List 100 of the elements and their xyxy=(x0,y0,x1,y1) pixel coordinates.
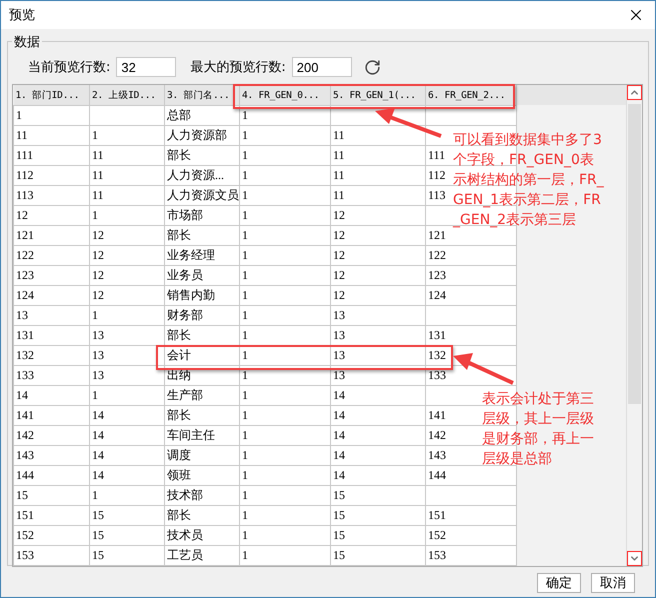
scroll-thumb[interactable] xyxy=(628,104,641,404)
table-cell: 14 xyxy=(92,448,104,462)
table-cell: 领班 xyxy=(167,468,191,482)
table-cell: 113 xyxy=(16,188,34,202)
table-cell: 财务部 xyxy=(167,308,203,322)
table-cell: 1 xyxy=(242,548,248,562)
table-cell: 1 xyxy=(92,308,98,322)
table-cell: 1 xyxy=(242,488,248,502)
table-cell: 1 xyxy=(242,388,248,402)
column-header[interactable]: 1. 部门ID... xyxy=(14,85,90,106)
field-label: 最大的预览行数: xyxy=(190,59,286,76)
table-cell: 113 xyxy=(428,188,446,202)
table-cell: 14 xyxy=(92,408,104,422)
table-cell: 14 xyxy=(333,448,345,462)
table-cell: 12 xyxy=(92,228,104,242)
table-cell: 15 xyxy=(92,528,104,542)
table-cell: 1 xyxy=(92,208,98,222)
table-cell: 1 xyxy=(242,408,248,422)
table-cell: 车间主任 xyxy=(167,428,215,442)
table-cell: 133 xyxy=(16,368,34,382)
table-cell: 124 xyxy=(16,288,34,302)
dialog-button[interactable]: 确定 xyxy=(537,573,581,593)
table-cell: 1 xyxy=(16,108,22,122)
table-cell: 141 xyxy=(16,408,34,422)
table-cell: 调度 xyxy=(167,448,191,462)
table-cell: 1 xyxy=(242,288,248,302)
table-cell: 153 xyxy=(428,548,446,562)
table-cell: 122 xyxy=(428,248,446,262)
table-cell: 112 xyxy=(428,168,446,182)
table-cell: 12 xyxy=(16,208,28,222)
table-cell: 1 xyxy=(242,148,248,162)
table-cell: 13 xyxy=(16,308,28,322)
table-cell: 1 xyxy=(242,168,248,182)
table-cell: 部长 xyxy=(167,148,191,162)
table-cell: 部长 xyxy=(167,408,191,422)
table-cell: 13 xyxy=(333,368,345,382)
table-cell: 14 xyxy=(333,388,345,402)
table-cell: 1 xyxy=(242,208,248,222)
field-label: 当前预览行数: xyxy=(28,59,110,76)
table-cell: 1 xyxy=(92,388,98,402)
table-cell: 122 xyxy=(16,248,34,262)
refresh-icon[interactable] xyxy=(364,58,381,76)
table-cell: 14 xyxy=(16,388,28,402)
scrollbar[interactable] xyxy=(626,85,642,566)
table-cell: 12 xyxy=(333,288,345,302)
annotation-text: 表示会计处于第三层级，其上一层级是财务部，再上一层级是总部 xyxy=(482,390,595,469)
table-cell: 131 xyxy=(428,328,446,342)
table-cell: 151 xyxy=(428,508,446,522)
table-cell: 124 xyxy=(428,288,446,302)
table-cell: 153 xyxy=(16,548,34,562)
table-cell: 14 xyxy=(333,408,345,422)
table-cell: 121 xyxy=(428,228,446,242)
table-cell: 12 xyxy=(333,208,345,222)
table-cell: 13 xyxy=(333,328,345,342)
table-cell: 12 xyxy=(92,248,104,262)
table-cell: 152 xyxy=(428,528,446,542)
table-cell: 15 xyxy=(333,488,345,502)
table-cell: 1 xyxy=(242,108,248,122)
table-cell: 会计 xyxy=(167,348,191,362)
table-cell: 11 xyxy=(92,188,104,202)
table-cell: 11 xyxy=(333,128,345,142)
table-cell: 11 xyxy=(16,128,28,142)
table-cell: 112 xyxy=(16,168,34,182)
table-cell: 121 xyxy=(16,228,34,242)
table-cell: 144 xyxy=(16,468,34,482)
table-cell: 1 xyxy=(242,468,248,482)
number-field[interactable]: 200 xyxy=(292,57,352,77)
table-cell: 11 xyxy=(92,148,104,162)
table-cell: 14 xyxy=(333,468,345,482)
column-header[interactable]: 2. 上级ID... xyxy=(90,85,164,106)
table-cell: 123 xyxy=(16,268,34,282)
table-cell: 142 xyxy=(16,428,34,442)
table-cell: 14 xyxy=(92,468,104,482)
table-cell: 133 xyxy=(428,368,446,382)
table-cell: 1 xyxy=(242,308,248,322)
table-cell: 业务经理 xyxy=(167,248,215,262)
table-cell: 人力资源部 xyxy=(167,128,227,142)
table-cell: 1 xyxy=(242,268,248,282)
table-cell: 1 xyxy=(242,508,248,522)
table-cell: 1 xyxy=(242,228,248,242)
dialog-button[interactable]: 取消 xyxy=(591,573,635,593)
number-field[interactable]: 32 xyxy=(116,57,176,77)
table-cell: 14 xyxy=(92,428,104,442)
table-cell: 1 xyxy=(92,488,98,502)
table-cell: 部长 xyxy=(167,328,191,342)
scroll-up-button[interactable] xyxy=(627,85,642,100)
table-cell: 142 xyxy=(428,428,446,442)
table-cell: 13 xyxy=(92,368,104,382)
column-header[interactable]: 3. 部门名... xyxy=(164,85,240,106)
table-cell: 132 xyxy=(16,348,34,362)
table-cell: 13 xyxy=(92,328,104,342)
table-cell: 144 xyxy=(428,468,446,482)
table-cell: 15 xyxy=(333,508,345,522)
table-cell: 123 xyxy=(428,268,446,282)
group-title: 数据 xyxy=(12,33,42,51)
table-cell: 13 xyxy=(333,308,345,322)
table-cell: 1 xyxy=(92,128,98,142)
table-cell: 111 xyxy=(16,148,34,162)
table-cell: 1 xyxy=(242,428,248,442)
scroll-down-button[interactable] xyxy=(627,551,642,566)
